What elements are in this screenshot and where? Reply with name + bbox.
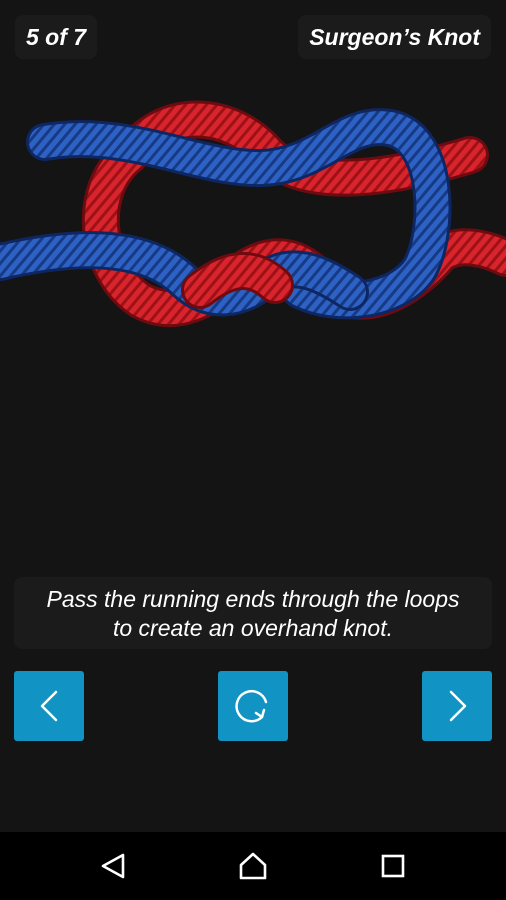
system-navigation-bar <box>0 832 506 900</box>
step-counter: 5 of 7 <box>15 15 98 59</box>
knot-title: Surgeon’s Knot <box>298 15 491 59</box>
previous-step-button[interactable] <box>14 671 84 741</box>
home-icon[interactable] <box>233 846 273 886</box>
chevron-left-icon <box>40 690 58 722</box>
knot-illustration <box>0 100 506 327</box>
chevron-right-icon <box>449 690 467 722</box>
instruction-caption: Pass the running ends through the loops … <box>14 577 492 649</box>
red-rope-twist <box>181 252 294 309</box>
instruction-line-1: Pass the running ends through the loops <box>46 586 460 612</box>
app-screen: 5 of 7 Surgeon’s Knot Pass the running e… <box>0 0 506 900</box>
replay-icon <box>235 689 268 723</box>
recent-apps-icon[interactable] <box>373 846 413 886</box>
back-triangle-icon[interactable] <box>93 846 133 886</box>
next-step-button[interactable] <box>422 671 492 741</box>
replay-button[interactable] <box>218 671 288 741</box>
instruction-line-2: to create an overhand knot. <box>112 615 394 641</box>
